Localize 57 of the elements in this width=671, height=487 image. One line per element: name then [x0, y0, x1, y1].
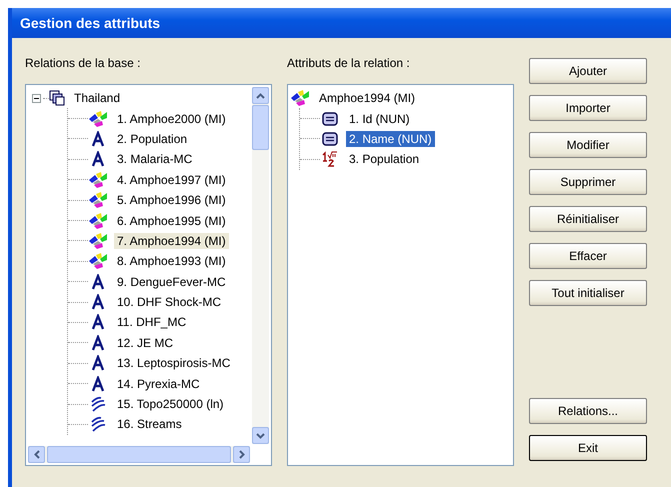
action-button[interactable]: Relations... — [529, 398, 647, 424]
action-button[interactable]: Effacer — [529, 243, 647, 269]
field-icon — [320, 110, 340, 127]
tree-item[interactable]: 10. DHF Shock-MC — [114, 294, 224, 310]
tree-item[interactable]: 1. Amphoe2000 (MI) — [114, 110, 229, 127]
action-button[interactable]: Réinitialiser — [529, 206, 647, 232]
colored-map-icon — [88, 192, 108, 208]
attributes-label: Attributs de la relation : — [287, 56, 410, 70]
relations-tree[interactable] — [25, 84, 272, 466]
database-icon — [49, 90, 65, 106]
tree-item[interactable]: Amphoe1994 (MI) — [316, 90, 418, 106]
tree-item[interactable]: 11. DHF_MC — [114, 314, 190, 330]
action-button[interactable]: Ajouter — [529, 58, 647, 84]
window-title: Gestion des attributs — [20, 15, 160, 31]
tree-item[interactable]: 8. Amphoe1993 (MI) — [114, 253, 229, 270]
scroll-thumb[interactable] — [252, 105, 269, 150]
relations-label: Relations de la base : — [25, 56, 140, 70]
tree-item[interactable]: 4. Amphoe1997 (MI) — [114, 172, 229, 188]
action-button[interactable]: Exit — [529, 435, 647, 461]
action-button[interactable]: Tout initialiser — [529, 280, 647, 306]
colored-map-icon — [88, 232, 108, 249]
chevron-down-icon — [256, 432, 265, 438]
colored-map-icon — [88, 253, 108, 270]
tree-item[interactable]: 14. Pyrexia-MC — [114, 376, 203, 392]
tree-item[interactable]: 7. Amphoe1994 (MI) — [114, 232, 229, 249]
tree-item[interactable]: Thailand — [71, 90, 124, 106]
action-button[interactable]: Importer — [529, 95, 647, 121]
colored-map-icon — [88, 212, 108, 229]
field-icon — [320, 130, 340, 147]
tree-item[interactable]: 6. Amphoe1995 (MI) — [114, 212, 229, 229]
tree-item[interactable]: 2. Population — [114, 130, 190, 147]
collapse-toggle[interactable] — [32, 94, 41, 103]
scroll-down-button[interactable] — [252, 427, 269, 444]
chevron-right-icon — [238, 450, 244, 459]
scroll-thumb[interactable] — [47, 446, 231, 463]
scroll-left-button[interactable] — [28, 446, 45, 463]
action-button[interactable]: Supprimer — [529, 169, 647, 195]
action-button[interactable]: Modifier — [529, 132, 647, 158]
scroll-right-button[interactable] — [233, 446, 250, 463]
chevron-left-icon — [34, 450, 40, 459]
tree-item[interactable]: 3. Population — [346, 151, 422, 168]
tree-item[interactable]: 3. Malaria-MC — [114, 151, 196, 168]
tree-item[interactable]: 13. Leptospirosis-MC — [114, 355, 234, 372]
attributes-tree[interactable]: Amphoe1994 (MI) 1. Id (NUN) 2. Name (NUN) 3. Population — [287, 84, 514, 466]
scroll-up-button[interactable] — [252, 87, 269, 104]
colored-map-icon — [88, 172, 108, 188]
tree-item[interactable]: 1. Id (NUN) — [346, 110, 413, 127]
tree-item[interactable]: 12. JE MC — [114, 334, 176, 351]
number-icon — [320, 151, 340, 168]
tree-item[interactable]: 9. DengueFever-MC — [114, 274, 229, 290]
colored-map-icon — [290, 90, 310, 106]
tree-item[interactable]: 15. Topo250000 (ln) — [114, 396, 227, 412]
colored-map-icon — [88, 110, 108, 127]
tree-item[interactable]: 5. Amphoe1996 (MI) — [114, 192, 229, 208]
chevron-up-icon — [256, 92, 265, 98]
tree-item[interactable]: 16. Streams — [114, 416, 185, 432]
tree-item[interactable]: 2. Name (NUN) — [346, 130, 435, 147]
